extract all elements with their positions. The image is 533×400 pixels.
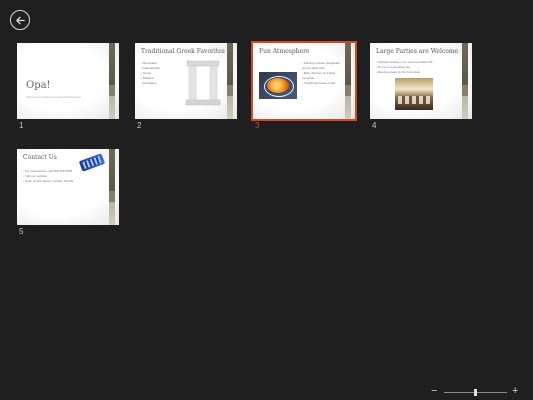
slide-accent-band <box>109 149 115 225</box>
slide-number: 4 <box>372 121 377 130</box>
slide-thumbnail-5[interactable]: Contact Us For reservations, call 555-55… <box>17 149 119 236</box>
zoom-in-button[interactable]: + <box>512 386 518 397</box>
slide-2[interactable]: Traditional Greek Favorites Moussaka Spa… <box>135 43 237 119</box>
slide-title: Large Parties are Welcome <box>376 48 459 55</box>
slide-bullet: Belly dancers on Friday evenings <box>302 71 344 81</box>
slide-number: 5 <box>19 227 24 236</box>
slide-thumbnail-1[interactable]: Opa! Welcome to a fabulous Greek Restaur… <box>17 43 119 130</box>
zoom-slider-thumb[interactable] <box>474 389 477 396</box>
slide-bullet: Meeting areas by the front desk <box>376 70 432 75</box>
slide-number: 3 <box>255 121 260 130</box>
slide-bullet-list: Upstairs seating room accommodates 80 No… <box>376 60 433 75</box>
slide-bullet: Dolmades <box>141 81 160 86</box>
slide-title: Opa! <box>26 80 51 91</box>
slide-4[interactable]: Large Parties are Welcome Upstairs seati… <box>370 43 472 119</box>
slide-bullet-list: Moussaka Spanakopita Gyros Baklava Dolma… <box>141 61 160 86</box>
slide-bullet: Traditional Greek music <box>302 81 344 86</box>
zoom-out-button[interactable]: − <box>431 386 437 397</box>
back-button[interactable] <box>10 10 30 30</box>
slide-5[interactable]: Contact Us For reservations, call 555-55… <box>17 149 119 225</box>
slide-title: Traditional Greek Favorites <box>141 48 225 55</box>
back-arrow-icon <box>15 16 25 24</box>
slide-bullet-list: For reservations, call 555-555-5555 Visi… <box>23 169 73 184</box>
slide-number: 1 <box>19 121 24 130</box>
zoom-slider[interactable] <box>444 389 507 396</box>
slide-sorter-view: Opa! Welcome to a fabulous Greek Restaur… <box>0 0 533 400</box>
banquet-room-photo <box>395 78 433 110</box>
slide-accent-band <box>345 43 351 119</box>
slide-thumbnail-4[interactable]: Large Parties are Welcome Upstairs seati… <box>370 43 472 130</box>
slide-bullet-list: Flaming cheese (saganaki) served table s… <box>302 61 344 86</box>
flaming-cheese-photo <box>259 72 297 99</box>
slide-subtitle: Welcome to a fabulous Greek Restaurant <box>26 95 81 99</box>
greek-columns-image <box>185 60 221 106</box>
slide-accent-band <box>109 43 115 119</box>
slide-accent-band <box>227 43 233 119</box>
slide-title: Fun Atmosphere <box>259 48 310 55</box>
slide-accent-band <box>462 43 468 119</box>
slide-3[interactable]: Fun Atmosphere Flaming cheese (saganaki)… <box>251 41 357 121</box>
slide-thumbnail-2[interactable]: Traditional Greek Favorites Moussaka Spa… <box>135 43 237 130</box>
slide-1[interactable]: Opa! Welcome to a fabulous Greek Restaur… <box>17 43 119 119</box>
slide-number: 2 <box>137 121 142 130</box>
slide-bullet: Flaming cheese (saganaki) served table s… <box>302 61 344 71</box>
slide-thumbnail-3[interactable]: Fun Atmosphere Flaming cheese (saganaki)… <box>251 41 357 130</box>
slide-bullet: Open at 11th Street, Certain, Florida <box>23 179 73 184</box>
